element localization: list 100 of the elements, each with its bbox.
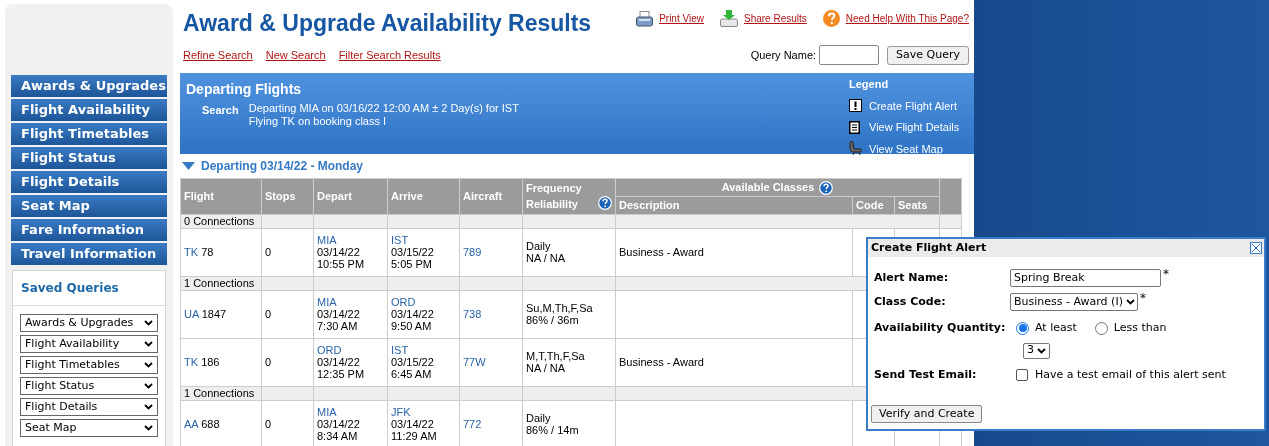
- search-summary: Flying TK on booking class I: [248, 115, 388, 128]
- reliability-text: 86% / 14m: [526, 424, 579, 436]
- checkbox-label: Have a test email of this alert sent: [1035, 366, 1226, 383]
- reliability-text: NA / NA: [526, 252, 566, 264]
- aircraft-link[interactable]: 77W: [463, 355, 486, 368]
- download-icon[interactable]: [719, 10, 738, 27]
- field-label: Alert Name:: [874, 269, 950, 286]
- legend-label: View Seat Map: [869, 141, 943, 157]
- chevron-icon: [144, 341, 153, 347]
- flight-number: 688: [201, 417, 220, 430]
- chevron-icon: [1037, 347, 1046, 354]
- query-name-field[interactable]: [819, 45, 880, 65]
- flight-number: 186: [201, 355, 220, 368]
- alert-icon: [849, 99, 863, 113]
- airport-link[interactable]: MIA: [317, 234, 337, 246]
- nav-item[interactable]: Flight Details: [11, 171, 167, 193]
- column-header: Arrive: [387, 178, 460, 214]
- field-label: Send Test Email:: [874, 366, 978, 383]
- date-text: 03/14/22: [317, 308, 360, 320]
- dropdown[interactable]: Flight Details: [20, 398, 158, 416]
- quantity-dropdown[interactable]: 3: [1023, 342, 1050, 359]
- table-cell: 0: [261, 290, 314, 338]
- panel-title: Departing Flights: [186, 80, 303, 99]
- frequency-text: Daily: [526, 412, 551, 424]
- field-label: Availability Quantity:: [874, 320, 1007, 336]
- dropdown[interactable]: Flight Status: [20, 377, 158, 395]
- dropdown[interactable]: Flight Timetables: [20, 356, 158, 374]
- airport-link[interactable]: MIA: [317, 406, 337, 418]
- printer-icon[interactable]: [636, 10, 654, 27]
- airport-link[interactable]: JFK: [391, 406, 411, 418]
- link[interactable]: Need Help With This Page?: [845, 11, 969, 26]
- airport-link[interactable]: MIA: [317, 296, 337, 308]
- dropdown[interactable]: Flight Availability: [20, 335, 158, 353]
- nav-item[interactable]: Travel Information: [11, 243, 167, 265]
- nav-item[interactable]: Flight Timetables: [11, 123, 167, 145]
- chevron-icon: [144, 383, 153, 389]
- frequency-text: M,T,Th,F,Sa: [526, 350, 585, 362]
- airport-link[interactable]: IST: [391, 234, 409, 246]
- airport-link[interactable]: ORD: [391, 296, 416, 308]
- table-cell: 0: [261, 228, 314, 276]
- aircraft-link[interactable]: 772: [463, 417, 482, 430]
- link[interactable]: Share Results: [743, 11, 807, 26]
- save-query-button[interactable]: Save Query: [887, 45, 969, 65]
- time-text: 10:55 PM: [317, 258, 365, 270]
- nav-item[interactable]: Flight Availability: [11, 99, 167, 121]
- class-description: Business - Award: [619, 355, 704, 368]
- legend-label: Create Flight Alert: [869, 98, 958, 114]
- radio-label: At least: [1035, 320, 1077, 336]
- date-text: 03/14/22: [317, 246, 360, 258]
- link[interactable]: Refine Search: [183, 46, 253, 64]
- class-code-dropdown[interactable]: Business - Award (I): [1010, 293, 1138, 311]
- document-icon: [849, 120, 863, 134]
- help-icon[interactable]: [598, 196, 612, 211]
- nav-item[interactable]: Fare Information: [11, 219, 167, 241]
- flight-number: 78: [201, 245, 214, 258]
- panel-heading: Saved Queries: [13, 271, 165, 306]
- date-text: 03/15/22: [391, 246, 434, 258]
- frequency-text: Daily: [526, 240, 551, 252]
- group-label: 0 Connections: [180, 214, 262, 228]
- link[interactable]: Print View: [659, 11, 704, 26]
- column-header: Frequency Reliability: [526, 181, 583, 213]
- frequency-text: Su,M,Th,F,Sa: [526, 302, 593, 314]
- alert-name-field[interactable]: Spring Break: [1010, 269, 1161, 287]
- checkbox[interactable]: [1016, 368, 1028, 381]
- group-label: 1 Connections: [180, 276, 262, 290]
- dropdown[interactable]: Awards & Upgrades: [20, 314, 158, 332]
- airline-link[interactable]: AA: [184, 417, 199, 430]
- reliability-text: 86% / 36m: [526, 314, 579, 326]
- date-text: 03/15/22: [391, 356, 434, 368]
- time-text: 9:50 AM: [391, 320, 432, 332]
- reliability-text: NA / NA: [526, 362, 566, 374]
- airport-link[interactable]: ORD: [317, 344, 342, 356]
- aircraft-link[interactable]: 789: [463, 245, 482, 258]
- verify-and-create-button[interactable]: Verify and Create: [871, 405, 983, 423]
- triangle-icon[interactable]: [182, 162, 195, 170]
- help-icon[interactable]: [819, 180, 834, 195]
- close-icon[interactable]: [1250, 242, 1262, 254]
- link[interactable]: Filter Search Results: [338, 46, 441, 64]
- field-label: Class Code:: [874, 293, 947, 310]
- help-icon[interactable]: [822, 10, 840, 27]
- column-header: Available Classes: [721, 180, 815, 196]
- day-heading[interactable]: Departing 03/14/22 - Monday: [201, 157, 364, 175]
- airline-link[interactable]: UA: [184, 307, 199, 320]
- time-text: 7:30 AM: [317, 320, 358, 332]
- chevron-icon: [144, 362, 153, 368]
- dropdown[interactable]: Seat Map: [20, 419, 158, 437]
- dialog-title: Create Flight Alert: [871, 239, 987, 256]
- aircraft-link[interactable]: 738: [463, 307, 482, 320]
- airline-link[interactable]: TK: [184, 245, 199, 258]
- airline-link[interactable]: TK: [184, 355, 199, 368]
- chevron-icon: [144, 425, 153, 431]
- time-text: 8:34 AM: [317, 430, 358, 442]
- link[interactable]: New Search: [265, 46, 326, 64]
- nav-item[interactable]: Seat Map: [11, 195, 167, 217]
- flight-number: 1847: [201, 307, 227, 320]
- nav-item[interactable]: Awards & Upgrades: [11, 75, 167, 97]
- nav-item[interactable]: Flight Status: [11, 147, 167, 169]
- chevron-icon: [144, 320, 153, 326]
- field-label: Query Name:: [750, 47, 817, 63]
- airport-link[interactable]: IST: [391, 344, 409, 356]
